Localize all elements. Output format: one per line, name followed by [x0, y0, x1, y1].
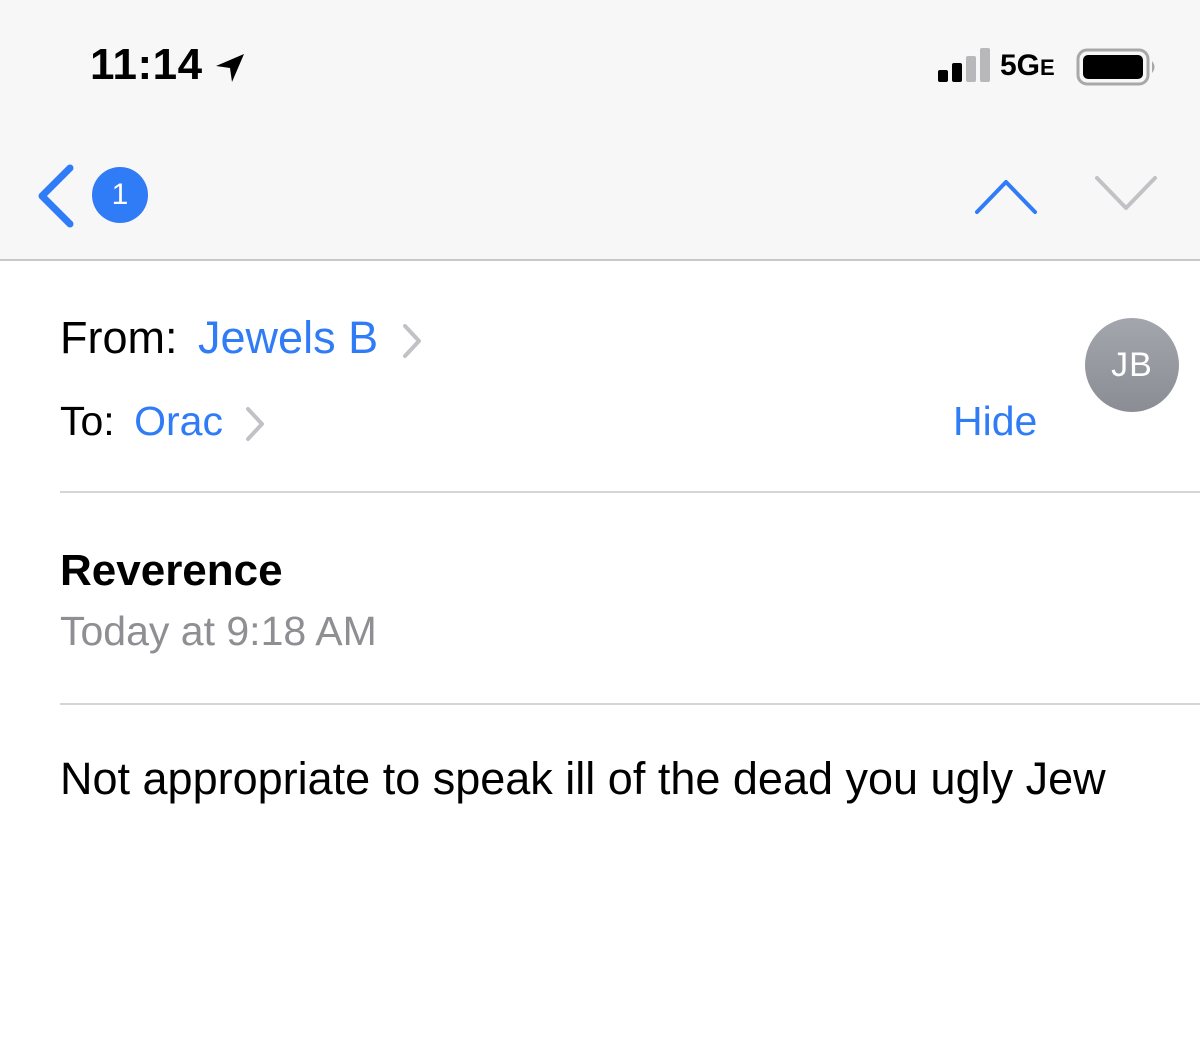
chevron-right-icon[interactable] [244, 405, 266, 443]
signal-icon [938, 48, 990, 82]
avatar[interactable]: JB [1085, 318, 1179, 412]
from-label: From: [60, 312, 178, 363]
message-body: Not appropriate to speak ill of the dead… [60, 753, 1106, 804]
to-label: To: [60, 398, 115, 444]
sender-name[interactable]: Jewels B [198, 312, 378, 363]
chevron-down-icon[interactable] [1094, 174, 1158, 214]
battery-icon [1076, 48, 1155, 86]
subject: Reverence [60, 546, 283, 595]
recipient-name[interactable]: Orac [134, 398, 223, 444]
to-row: To: Orac [60, 398, 266, 445]
divider [60, 491, 1200, 493]
unread-badge[interactable]: 1 [92, 167, 148, 223]
network-indicator: 5GE [1000, 49, 1055, 83]
network-suffix: E [1040, 55, 1055, 80]
network-type: 5G [1000, 49, 1041, 82]
location-arrow-icon [216, 54, 244, 82]
hide-button[interactable]: Hide [953, 398, 1037, 445]
message-date: Today at 9:18 AM [60, 608, 377, 654]
top-bar: 11:14 5GE 1 [0, 0, 1200, 261]
from-row: From: Jewels B [60, 312, 423, 364]
status-time: 11:14 [90, 40, 203, 89]
divider [60, 703, 1200, 705]
chevron-right-icon[interactable] [401, 322, 423, 360]
chevron-up-icon[interactable] [974, 176, 1038, 216]
back-chevron-icon[interactable] [34, 164, 78, 228]
